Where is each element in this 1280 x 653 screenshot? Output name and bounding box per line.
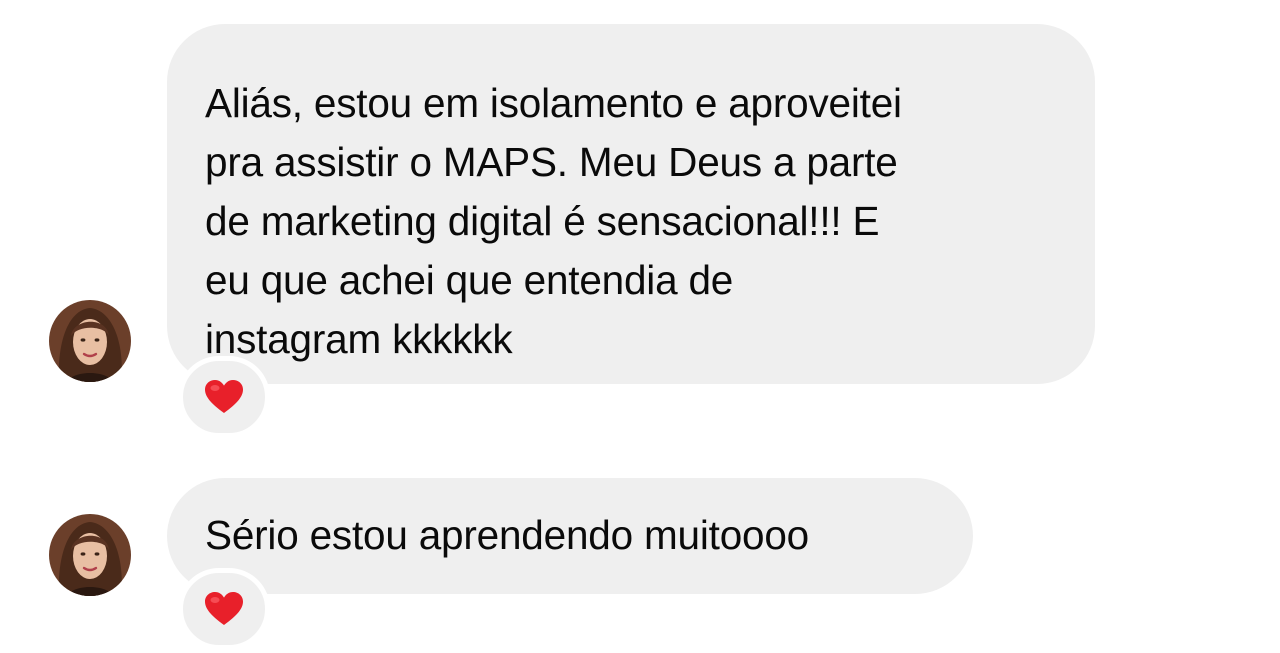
heart-reaction[interactable] (178, 568, 270, 650)
avatar-photo-icon (49, 514, 131, 596)
sender-avatar[interactable] (49, 300, 131, 382)
heart-icon (205, 380, 243, 413)
avatar-photo-icon (49, 300, 131, 382)
message-text: Sério estou aprendendo muitoooo (205, 512, 809, 558)
heart-reaction[interactable] (178, 356, 270, 438)
sender-avatar[interactable] (49, 514, 131, 596)
message-bubble[interactable]: Aliás, estou em isolamento e aproveitei … (167, 24, 1095, 384)
message-bubble[interactable]: Sério estou aprendendo muitoooo (167, 478, 973, 594)
message-text: Aliás, estou em isolamento e aproveitei … (205, 80, 902, 362)
heart-icon (205, 592, 243, 625)
